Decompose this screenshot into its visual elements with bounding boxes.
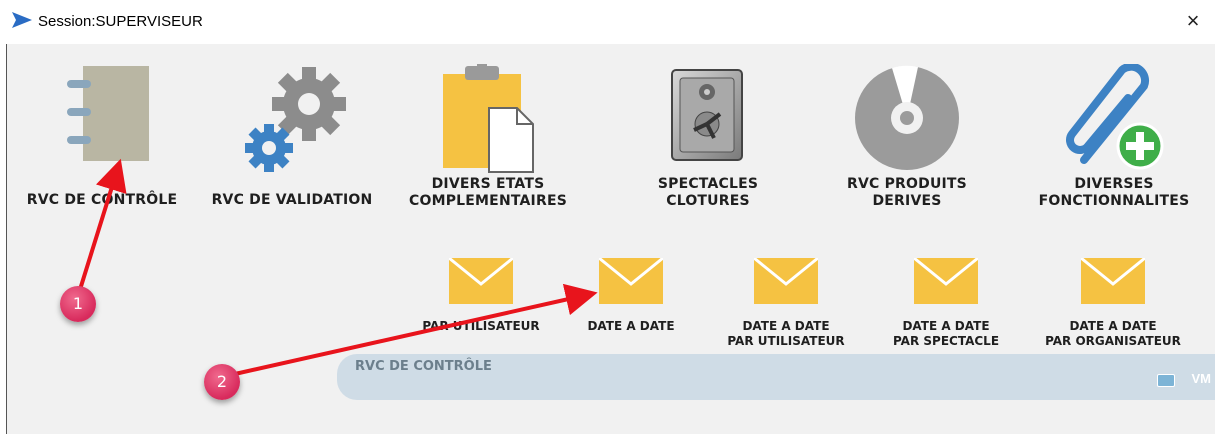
annotation-badge-1: 1: [60, 286, 96, 322]
window-title: Session:SUPERVISEUR: [38, 13, 203, 30]
annotation-badge-2: 2: [204, 364, 240, 400]
envelope-icon: [914, 258, 978, 304]
module-label: SPECTACLES CLOTURES: [657, 176, 759, 209]
module-label: RVC DE CONTRÔLE: [26, 192, 178, 208]
close-button[interactable]: ×: [1182, 9, 1204, 33]
notebook-icon: [67, 66, 149, 161]
report-label: PAR UTILISATEUR: [422, 319, 540, 333]
module-label: RVC PRODUITS DERIVES: [847, 176, 967, 209]
report-par-utilisateur[interactable]: PAR UTILISATEUR: [401, 258, 561, 348]
module-diverses-fonctionnalites[interactable]: DIVERSES FONCTIONNALITES: [1019, 64, 1209, 224]
report-date-a-date-par-utilisateur[interactable]: DATE A DATE PAR UTILISATEUR: [706, 258, 866, 348]
envelope-icon: [754, 258, 818, 304]
banner-title: RVC DE CONTRÔLE: [355, 359, 492, 374]
paperclip-add-icon: [1066, 64, 1164, 170]
main-panel: RVC DE CONTRÔLE RVC DE VALIDATION DIVERS…: [6, 44, 1215, 434]
card-icon: [1157, 374, 1175, 387]
disc-icon: [855, 65, 959, 170]
report-label: DATE A DATE: [587, 319, 675, 333]
report-date-a-date-par-organisateur[interactable]: DATE A DATE PAR ORGANISATEUR: [1033, 258, 1193, 348]
report-date-a-date-par-spectacle[interactable]: DATE A DATE PAR SPECTACLE: [866, 258, 1026, 348]
module-rvc-produits-derives[interactable]: RVC PRODUITS DERIVES: [812, 64, 1002, 224]
app-logo-icon: [12, 12, 32, 28]
report-date-a-date[interactable]: DATE A DATE: [551, 258, 711, 348]
section-banner: RVC DE CONTRÔLE VM: [337, 354, 1215, 400]
module-rvc-validation[interactable]: RVC DE VALIDATION: [197, 64, 387, 224]
module-label: DIVERSES FONCTIONNALITES: [1038, 176, 1190, 209]
envelope-icon: [449, 258, 513, 304]
clipboard-document-icon: [443, 64, 534, 173]
envelope-icon: [1081, 258, 1145, 304]
module-label: DIVERS ETATS COMPLEMENTAIRES: [409, 176, 567, 209]
module-spectacles-clotures[interactable]: SPECTACLES CLOTURES: [613, 64, 803, 224]
banner-tag: VM: [1191, 371, 1212, 386]
title-bar: Session:SUPERVISEUR ×: [0, 0, 1218, 44]
module-rvc-controle[interactable]: RVC DE CONTRÔLE: [7, 64, 197, 224]
safe-icon: [671, 69, 743, 161]
gears-icon: [245, 67, 346, 172]
report-label: DATE A DATE PAR UTILISATEUR: [727, 319, 845, 348]
report-label: DATE A DATE PAR SPECTACLE: [892, 319, 1000, 348]
report-label: DATE A DATE PAR ORGANISATEUR: [1045, 319, 1181, 348]
envelope-icon: [599, 258, 663, 304]
module-label: RVC DE VALIDATION: [211, 192, 373, 208]
module-divers-etats[interactable]: DIVERS ETATS COMPLEMENTAIRES: [393, 64, 583, 224]
